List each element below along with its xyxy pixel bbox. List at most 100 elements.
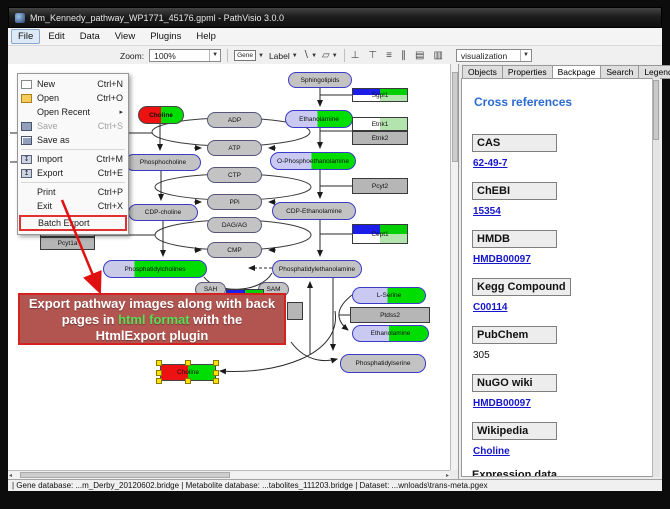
menu-plugins[interactable]: Plugins bbox=[143, 29, 188, 44]
node-phosphatidylcholines[interactable]: Phosphatidylcholines bbox=[103, 260, 207, 278]
node-ctp[interactable]: CTP bbox=[207, 167, 262, 183]
file-menu-import[interactable]: ImportCtrl+M bbox=[18, 152, 128, 166]
selection-handle[interactable] bbox=[156, 360, 162, 366]
menu-file[interactable]: File bbox=[11, 29, 40, 44]
line-tool-button[interactable]: ∖ ▼ bbox=[303, 50, 317, 62]
node-adp[interactable]: ADP bbox=[207, 112, 262, 128]
file-menu-batch-export[interactable]: Batch Export bbox=[19, 215, 127, 231]
file-menu-new[interactable]: NewCtrl+N bbox=[18, 77, 128, 91]
tab-search[interactable]: Search bbox=[600, 65, 639, 79]
node-phosphocholine[interactable]: Phosphocholine bbox=[125, 154, 201, 171]
add-gene-button[interactable]: Gene ▼ bbox=[234, 50, 264, 61]
selection-handle[interactable] bbox=[213, 378, 219, 384]
align-center-y-icon[interactable]: ⊤ bbox=[368, 50, 377, 62]
visualization-combobox[interactable]: visualization ▼ bbox=[456, 49, 532, 62]
section-header: NuGO wiki bbox=[472, 374, 557, 392]
menu-bar: FileEditDataViewPluginsHelp bbox=[8, 28, 662, 46]
node-pcyt2[interactable]: Pcyt2 bbox=[352, 178, 408, 194]
selection-handle[interactable] bbox=[156, 378, 162, 384]
node-ethanolamine-top[interactable]: Ethanolamine bbox=[285, 110, 353, 128]
node-ethanolamine-bottom[interactable]: Ethanolamine bbox=[352, 325, 429, 342]
menu-view[interactable]: View bbox=[108, 29, 142, 44]
file-menu-open[interactable]: OpenCtrl+O bbox=[18, 91, 128, 105]
xref-link[interactable]: 62-49-7 bbox=[473, 158, 659, 169]
vertical-scrollbar[interactable] bbox=[450, 64, 458, 470]
menu-help[interactable]: Help bbox=[189, 29, 223, 44]
selection-handle[interactable] bbox=[213, 360, 219, 366]
xref-link[interactable]: HMDB00097 bbox=[473, 254, 659, 265]
node-cept1[interactable]: Cept1 bbox=[352, 224, 408, 244]
zoom-value: 100% bbox=[154, 51, 176, 61]
chevron-down-icon[interactable]: ▼ bbox=[311, 53, 317, 59]
zoom-combobox[interactable]: 100% ▼ bbox=[149, 49, 221, 62]
common-height-icon[interactable]: ≡ bbox=[386, 50, 392, 62]
xref-link[interactable]: Choline bbox=[473, 446, 659, 457]
node-phosphatidylethanolamine[interactable]: Phosphatidylethanolamine bbox=[272, 260, 362, 278]
node-cmp[interactable]: CMP bbox=[207, 242, 262, 258]
menu-separator bbox=[21, 149, 125, 150]
node-l-serine[interactable]: L-Serine bbox=[352, 287, 426, 304]
common-width-icon[interactable]: ∥ bbox=[401, 50, 406, 62]
node-dag-ag[interactable]: DAG/AG bbox=[207, 217, 262, 233]
chevron-down-icon[interactable]: ▼ bbox=[258, 53, 264, 59]
scroll-right-icon[interactable]: ▸ bbox=[445, 472, 450, 479]
node-connector-box[interactable] bbox=[287, 302, 303, 320]
annotation-line1: Export pathway images along with back bbox=[29, 296, 275, 311]
chevron-down-icon[interactable]: ▼ bbox=[520, 50, 531, 61]
panel-scrollbar[interactable] bbox=[652, 78, 660, 477]
file-menu-save[interactable]: SaveCtrl+S bbox=[18, 119, 128, 133]
node-ppi[interactable]: PPi bbox=[207, 194, 262, 210]
chevron-down-icon[interactable]: ▼ bbox=[209, 50, 220, 61]
file-menu-print[interactable]: PrintCtrl+P bbox=[18, 185, 128, 199]
node-phosphatidylserine[interactable]: Phosphatidylserine bbox=[340, 354, 426, 373]
add-label-button[interactable]: Label ▼ bbox=[269, 51, 298, 61]
selection-handle[interactable] bbox=[213, 370, 219, 376]
node-etnk2[interactable]: Etnk2 bbox=[352, 131, 408, 145]
annotation-highlight: html format bbox=[118, 312, 190, 327]
file-menu-open-recent[interactable]: Open Recent▸ bbox=[18, 105, 128, 119]
section-header: Kegg Compound bbox=[472, 278, 571, 296]
toolbar: Zoom: 100% ▼ Gene ▼ Label ▼ ∖ ▼ ▱ ▼ ⊥⊤≡∥… bbox=[8, 46, 662, 66]
node-cdp-ethanolamine[interactable]: CDP-Ethanolamine bbox=[272, 202, 356, 220]
tab-objects[interactable]: Objects bbox=[462, 65, 503, 79]
horizontal-scrollbar-thumb[interactable] bbox=[20, 472, 230, 478]
selection-handle[interactable] bbox=[185, 360, 191, 366]
scroll-left-icon[interactable]: ◂ bbox=[8, 472, 13, 479]
xref-link[interactable]: C00114 bbox=[473, 302, 659, 313]
selection-handle[interactable] bbox=[185, 378, 191, 384]
node-sgpl1[interactable]: Sgpl1 bbox=[352, 88, 408, 102]
chevron-down-icon[interactable]: ▼ bbox=[292, 53, 298, 59]
node-pcyt1a[interactable]: Pcyt1a bbox=[40, 237, 95, 250]
node-o-phosphoethanolamine[interactable]: O-Phosphoethanolamine bbox=[270, 152, 356, 170]
file-menu-save-as[interactable]: Save as bbox=[18, 133, 128, 147]
node-cdp-choline[interactable]: CDP-choline bbox=[128, 204, 198, 221]
side-panel-tabs: ObjectsPropertiesBackpageSearchLegend bbox=[459, 64, 662, 79]
file-menu-export[interactable]: ExportCtrl+E bbox=[18, 166, 128, 180]
section-header: HMDB bbox=[472, 230, 557, 248]
stack-vertical-icon[interactable]: ▤ bbox=[415, 50, 424, 62]
file-menu-exit[interactable]: ExitCtrl+X bbox=[18, 199, 128, 213]
horizontal-scrollbar[interactable]: ◂ ▸ bbox=[8, 470, 450, 479]
node-etnk1[interactable]: Etnk1 bbox=[352, 117, 408, 131]
panel-scrollbar-thumb[interactable] bbox=[653, 80, 659, 140]
node-sphingolipids[interactable]: Sphingolipids bbox=[288, 72, 352, 88]
selection-handle[interactable] bbox=[156, 370, 162, 376]
open-folder-icon bbox=[21, 94, 32, 103]
shape-tool-button[interactable]: ▱ ▼ bbox=[322, 50, 338, 62]
node-ptdss2[interactable]: Ptdss2 bbox=[350, 307, 430, 323]
menu-edit[interactable]: Edit bbox=[41, 29, 71, 44]
node-choline-top[interactable]: Choline bbox=[138, 106, 184, 124]
menu-data[interactable]: Data bbox=[73, 29, 107, 44]
xref-link[interactable]: HMDB00097 bbox=[473, 398, 659, 409]
section-header: CAS bbox=[472, 134, 557, 152]
alignment-tools: ⊥ ⊤ ≡ ∥ ▤ ▥ bbox=[351, 50, 443, 62]
tab-backpage[interactable]: Backpage bbox=[552, 65, 602, 79]
chevron-down-icon[interactable]: ▼ bbox=[332, 53, 338, 59]
node-atp[interactable]: ATP bbox=[207, 140, 262, 156]
align-center-x-icon[interactable]: ⊥ bbox=[351, 50, 360, 62]
tab-legend[interactable]: Legend bbox=[638, 65, 670, 79]
backpage-section-nugo-wiki: NuGO wiki HMDB00097 bbox=[472, 373, 659, 409]
stack-horizontal-icon[interactable]: ▥ bbox=[433, 50, 442, 62]
xref-link[interactable]: 15354 bbox=[473, 206, 659, 217]
tab-properties[interactable]: Properties bbox=[502, 65, 553, 79]
